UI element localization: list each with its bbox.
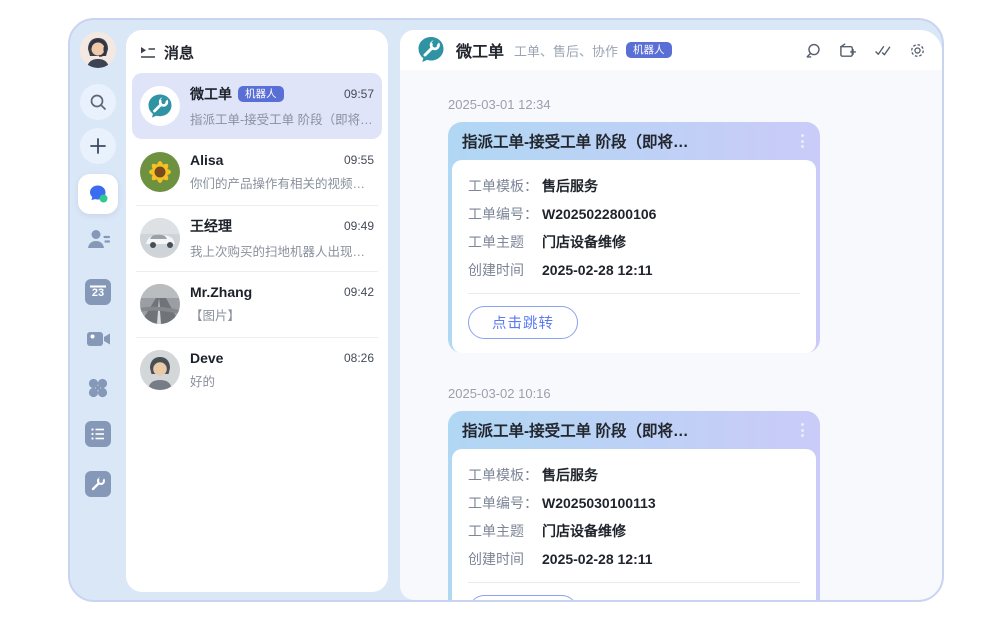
- bot-avatar: [140, 86, 180, 126]
- chat-title: 微工单: [456, 38, 504, 62]
- conversation-preview: 【图片】: [190, 305, 374, 324]
- messages-header: 消息: [126, 30, 388, 69]
- user-avatar[interactable]: [80, 32, 116, 68]
- jump-button[interactable]: 点击跳转: [468, 306, 578, 339]
- conversation-name: Alisa: [190, 152, 223, 168]
- conversation-item-mrzhang[interactable]: Mr.Zhang 09:42 【图片】: [132, 271, 382, 337]
- sunflower-avatar: [140, 152, 180, 192]
- field-label: 工单编号：: [468, 200, 542, 228]
- field-value: 门店设备维修: [542, 517, 626, 545]
- chat-bubble-icon: [86, 182, 110, 206]
- left-rail: 23: [70, 20, 126, 600]
- conversation-name: 微工单: [190, 84, 232, 104]
- chat-subtitle: 工单、售后、协作: [514, 41, 618, 60]
- conversation-time: 09:55: [344, 153, 374, 167]
- task-list-icon: [85, 421, 111, 447]
- conversation-item-deve[interactable]: Deve 08:26 好的: [132, 337, 382, 403]
- conversation-preview: 我上次购买的扫地机器人出现…: [190, 241, 374, 260]
- jump-button[interactable]: 点击跳转: [468, 595, 578, 600]
- nav-workbench[interactable]: [85, 375, 111, 401]
- conversation-preview: 好的: [190, 371, 374, 390]
- chat-message-area: 2025-03-01 12:34 指派工单-接受工单 阶段（即将… 工单模板：售…: [400, 97, 942, 600]
- add-group-icon[interactable]: [839, 42, 857, 59]
- field-label: 创建时间: [468, 545, 542, 573]
- field-label: 工单编号：: [468, 489, 542, 517]
- nav-contacts[interactable]: [84, 225, 112, 253]
- field-label: 工单主题: [468, 517, 542, 545]
- nav-calendar[interactable]: 23: [85, 279, 111, 305]
- video-camera-icon: [84, 326, 112, 352]
- search-icon: [88, 92, 108, 112]
- conversation-time: 08:26: [344, 351, 374, 365]
- chat-header: 微工单 工单、售后、协作 机器人: [400, 30, 942, 70]
- conversation-preview: 指派工单-接受工单 阶段（即将…: [190, 109, 374, 128]
- field-value: W2025030100113: [542, 489, 656, 517]
- workorder-card-title: 指派工单-接受工单 阶段（即将…: [462, 130, 795, 152]
- field-value: W2025022800106: [542, 200, 656, 228]
- field-value: 售后服务: [542, 172, 598, 200]
- robot-badge: 机器人: [238, 86, 284, 103]
- chat-panel: 微工单 工单、售后、协作 机器人: [400, 30, 942, 600]
- conversation-item-wangjingli[interactable]: 王经理 09:49 我上次购买的扫地机器人出现…: [132, 205, 382, 271]
- calendar-icon: 23: [85, 279, 111, 305]
- tools-wrench-icon: [85, 471, 111, 497]
- nav-chat-selected[interactable]: [78, 174, 118, 214]
- field-value: 门店设备维修: [542, 228, 626, 256]
- conversation-preview: 你们的产品操作有相关的视频…: [190, 173, 374, 192]
- double-check-icon[interactable]: [874, 43, 892, 58]
- card-divider: [468, 582, 800, 583]
- contacts-icon: [84, 225, 112, 253]
- messages-panel: 消息 微工单 机器人 09:57: [126, 30, 388, 592]
- search-button[interactable]: [80, 84, 116, 120]
- chat-bot-avatar: [416, 35, 446, 65]
- card-menu-icon[interactable]: [795, 419, 810, 441]
- conversation-time: 09:42: [344, 285, 374, 299]
- road-avatar: [140, 284, 180, 324]
- robot-badge: 机器人: [626, 42, 672, 59]
- field-value: 2025-02-28 12:11: [542, 256, 653, 284]
- apps-clover-icon: [85, 375, 111, 401]
- man-avatar: [140, 350, 180, 390]
- app-window: 23: [68, 18, 944, 602]
- nav-task-list[interactable]: [85, 421, 111, 447]
- conversation-item-weigongdan[interactable]: 微工单 机器人 09:57 指派工单-接受工单 阶段（即将…: [132, 73, 382, 139]
- add-button[interactable]: [80, 128, 116, 164]
- message-timestamp: 2025-03-02 10:16: [448, 386, 942, 401]
- workorder-card[interactable]: 指派工单-接受工单 阶段（即将… 工单模板：售后服务 工单编号：W2025022…: [448, 122, 820, 353]
- conversation-list: 微工单 机器人 09:57 指派工单-接受工单 阶段（即将…: [126, 69, 388, 403]
- field-label: 工单主题: [468, 228, 542, 256]
- plus-icon: [89, 137, 107, 155]
- field-label: 工单模板：: [468, 172, 542, 200]
- nav-meetings[interactable]: [84, 326, 112, 352]
- card-menu-icon[interactable]: [795, 130, 810, 152]
- conversation-item-alisa[interactable]: Alisa 09:55 你们的产品操作有相关的视频…: [132, 139, 382, 205]
- workorder-card[interactable]: 指派工单-接受工单 阶段（即将… 工单模板：售后服务 工单编号：W2025030…: [448, 411, 820, 600]
- messages-title: 消息: [164, 42, 194, 63]
- support-agent-avatar-image: [80, 32, 116, 68]
- nav-tools[interactable]: [85, 471, 111, 497]
- conversation-time: 09:57: [344, 87, 374, 101]
- workorder-card-title: 指派工单-接受工单 阶段（即将…: [462, 419, 795, 441]
- card-divider: [468, 293, 800, 294]
- field-value: 售后服务: [542, 461, 598, 489]
- member-search-icon[interactable]: [805, 42, 822, 59]
- field-value: 2025-02-28 12:11: [542, 545, 653, 573]
- chat-header-actions: [805, 42, 926, 59]
- field-label: 创建时间: [468, 256, 542, 284]
- car-avatar: [140, 218, 180, 258]
- conversation-time: 09:49: [344, 219, 374, 233]
- conversation-name: Mr.Zhang: [190, 284, 252, 300]
- field-label: 工单模板：: [468, 461, 542, 489]
- gear-icon[interactable]: [909, 42, 926, 59]
- conversation-name: 王经理: [190, 216, 232, 236]
- conversation-name: Deve: [190, 350, 223, 366]
- message-timestamp: 2025-03-01 12:34: [448, 97, 942, 112]
- message-filter-icon[interactable]: [140, 46, 156, 60]
